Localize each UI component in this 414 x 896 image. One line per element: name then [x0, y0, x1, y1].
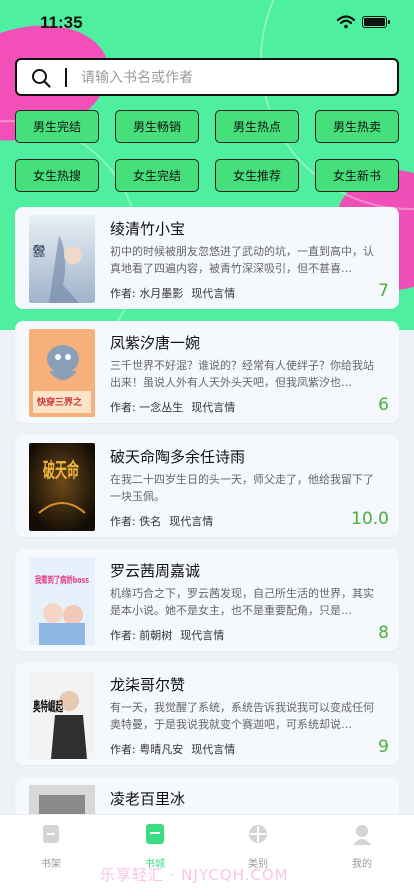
- category-button[interactable]: 男生畅销: [115, 110, 199, 143]
- svg-text:我惹到了病娇boss: 我惹到了病娇boss: [35, 574, 89, 586]
- category-grid: 男生完结 男生畅销 男生热点 男生热卖 女生热搜 女生完结 女生推荐 女生新书: [15, 110, 399, 192]
- category-button[interactable]: 男生热卖: [315, 110, 399, 143]
- category-button[interactable]: 男生完结: [15, 110, 99, 143]
- book-cover: 我惹到了病娇boss: [29, 557, 95, 645]
- book-genre: 现代言情: [169, 515, 214, 528]
- book-author: 粤晴凡安: [139, 743, 184, 756]
- book-cover: 快穿三界之: [29, 329, 95, 417]
- book-genre: 现代言情: [180, 629, 225, 642]
- book-title[interactable]: 破天命陶多余任诗雨: [110, 446, 245, 467]
- book-score: 8: [378, 623, 389, 643]
- search-input[interactable]: [81, 66, 381, 90]
- book-card[interactable]: 快穿三界之 凤紫汐唐一婉 三千世界不好混？谁说的？经常有人使绊子？你给我站出来！…: [15, 321, 399, 423]
- book-description: 三千世界不好混？谁说的？经常有人使绊子？你给我站出来！虽说人外有人天外头天吧，但…: [110, 359, 374, 389]
- book-description: 初中的时候被朋友忽悠进了武动的坑，一直到高中，认真地看了四遍内容，被青竹深深吸引…: [110, 245, 374, 275]
- battery-icon: [362, 16, 390, 28]
- tab-label: 书架: [41, 859, 61, 870]
- book-score: 6: [378, 395, 389, 415]
- book-author-line: 作者: 水月墨影 现代言情: [110, 287, 236, 300]
- book-genre: 现代言情: [191, 287, 236, 300]
- book-author-line: 作者: 前朝树 现代言情: [110, 629, 225, 642]
- book-title[interactable]: 绫清竹小宝: [110, 218, 185, 239]
- status-time: 11:35: [40, 13, 83, 32]
- book-author-line: 作者: 佚名 现代言情: [110, 515, 214, 528]
- category-button[interactable]: 女生推荐: [215, 159, 299, 192]
- status-bar: 11:35: [0, 0, 414, 46]
- book-cover: 奥特崛起: [29, 671, 95, 759]
- book-genre: 现代言情: [191, 401, 236, 414]
- book-title[interactable]: 凌老百里冰: [110, 788, 185, 809]
- bookstore-icon: [146, 824, 164, 844]
- book-card[interactable]: 奥特崛起 龙柒哥尔赞 有一天，我觉醒了系统，系统告诉我说我可以变成任何奥特曼，于…: [15, 663, 399, 765]
- svg-text:奥特崛起: 奥特崛起: [33, 699, 64, 715]
- watermark: 乐享轻汇 · NJYCQH.COM: [100, 866, 289, 884]
- book-author: 佚名: [139, 515, 162, 528]
- tab-bookshelf[interactable]: 书架: [21, 823, 81, 870]
- book-author: 一念丛生: [139, 401, 184, 414]
- profile-icon: [353, 825, 371, 845]
- svg-text:快穿三界之: 快穿三界之: [37, 396, 82, 408]
- category-button[interactable]: 女生热搜: [15, 159, 99, 192]
- book-card[interactable]: 破天命 破天命陶多余任诗雨 在我二十四岁生日的头一天，师父走了，他给我留下了一块…: [15, 435, 399, 537]
- book-cover: 有风的青竹之武: [29, 215, 95, 303]
- category-button[interactable]: 女生完结: [115, 159, 199, 192]
- book-title[interactable]: 凤紫汐唐一婉: [110, 332, 200, 353]
- book-description: 机缘巧合之下，罗云茜发现，自己所生活的世界，其实是本小说。她不是女主，也不是重要…: [110, 587, 374, 617]
- tab-label: 我的: [352, 859, 372, 870]
- book-score: 10.0: [351, 509, 389, 529]
- book-score: 9: [378, 737, 389, 757]
- book-card[interactable]: 我惹到了病娇boss 罗云茜周嘉诚 机缘巧合之下，罗云茜发现，自己所生活的世界，…: [15, 549, 399, 651]
- book-title[interactable]: 龙柒哥尔赞: [110, 674, 185, 695]
- text-cursor: [65, 68, 67, 87]
- search-bar[interactable]: [15, 58, 399, 96]
- category-button[interactable]: 男生热点: [215, 110, 299, 143]
- cover-title-art: 有风的青竹之武: [30, 245, 47, 257]
- wifi-icon: [337, 15, 355, 29]
- book-card[interactable]: 有风的青竹之武 绫清竹小宝 初中的时候被朋友忽悠进了武动的坑，一直到高中，认真地…: [15, 207, 399, 309]
- category-icon: [249, 825, 267, 843]
- book-cover: 破天命: [29, 443, 95, 531]
- tab-profile[interactable]: 我的: [332, 823, 392, 870]
- book-author: 水月墨影: [139, 287, 184, 300]
- tab-bookstore[interactable]: 书城: [125, 823, 185, 870]
- book-author: 前朝树: [139, 629, 173, 642]
- svg-text:破天命: 破天命: [43, 458, 80, 482]
- book-title[interactable]: 罗云茜周嘉诚: [110, 560, 200, 581]
- book-author-line: 作者: 粤晴凡安 现代言情: [110, 743, 236, 756]
- category-button[interactable]: 女生新书: [315, 159, 399, 192]
- search-icon[interactable]: [31, 68, 51, 88]
- book-description: 在我二十四岁生日的头一天，师父走了，他给我留下了一块玉佩。: [110, 473, 374, 503]
- bookshelf-icon: [43, 825, 59, 843]
- book-list: 有风的青竹之武 绫清竹小宝 初中的时候被朋友忽悠进了武动的坑，一直到高中，认真地…: [15, 207, 399, 891]
- book-genre: 现代言情: [191, 743, 236, 756]
- book-author-line: 作者: 一念丛生 现代言情: [110, 401, 236, 414]
- tab-category[interactable]: 类别: [228, 823, 288, 870]
- book-description: 有一天，我觉醒了系统，系统告诉我说我可以变成任何奥特曼，于是我说我就变个赛迦吧，…: [110, 701, 374, 731]
- book-score: 7: [378, 281, 389, 301]
